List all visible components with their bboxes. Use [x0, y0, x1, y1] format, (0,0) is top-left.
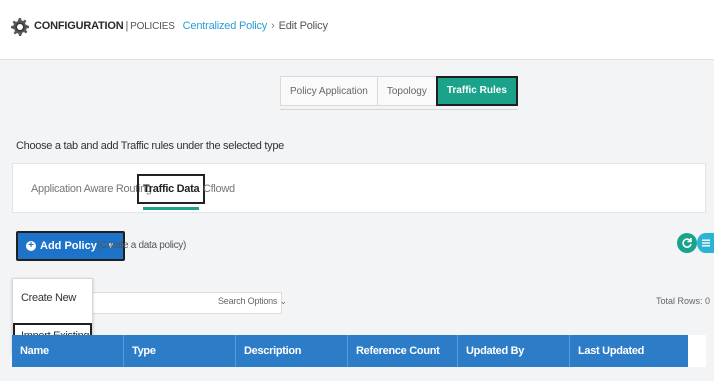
tab-application-aware-routing[interactable]: Application Aware Routing [31, 174, 152, 204]
breadcrumb: CONFIGURATION | POLICIES Centralized Policy… [34, 20, 328, 32]
breadcrumb-arrow: › [271, 20, 275, 32]
column-header-description[interactable]: Description [236, 335, 348, 367]
instruction-text: Choose a tab and add Traffic rules under… [16, 140, 284, 152]
tab-policy-application[interactable]: Policy Application [280, 76, 377, 106]
tab-traffic-data[interactable]: Traffic Data [137, 174, 206, 210]
column-header-updated-by[interactable]: Updated By [458, 335, 570, 367]
tab-traffic-rules[interactable]: Traffic Rules [435, 76, 518, 106]
tab-cflowd[interactable]: Cflowd [203, 174, 235, 204]
policy-type-tabs: Application Aware Routing Traffic Data C… [12, 163, 706, 213]
column-header-last-updated[interactable]: Last Updated [570, 335, 670, 367]
main-content: Policy Application Topology Traffic Rule… [0, 60, 714, 381]
list-icon [701, 239, 710, 247]
tab-topology[interactable]: Topology [376, 76, 436, 106]
top-tab-bar: Policy Application Topology Traffic Rule… [280, 76, 518, 110]
column-header-name[interactable]: Name [12, 335, 124, 367]
table-header: Name Type Description Reference Count Up… [12, 335, 706, 367]
breadcrumb-link-centralized-policy[interactable]: Centralized Policy [183, 20, 268, 32]
menu-button[interactable] [697, 233, 714, 253]
breadcrumb-subsection: POLICIES [130, 21, 175, 32]
gear-icon [11, 18, 29, 36]
column-header-reference-count[interactable]: Reference Count [348, 335, 458, 367]
total-rows-count: Total Rows: 0 [655, 296, 710, 306]
column-header-type[interactable]: Type [124, 335, 236, 367]
add-policy-label: Add Policy [40, 240, 97, 252]
refresh-icon [682, 238, 692, 248]
search-options-dropdown[interactable]: Search Options ⌄ [218, 296, 287, 307]
page-header: CONFIGURATION | POLICIES Centralized Policy… [0, 0, 714, 60]
table-header-filler [670, 335, 688, 367]
refresh-button[interactable] [677, 233, 697, 253]
plus-circle-icon: + [26, 241, 36, 251]
table-header-gap [688, 335, 706, 367]
add-policy-hint: (Create a data policy) [97, 240, 187, 251]
breadcrumb-section: CONFIGURATION [34, 20, 124, 32]
menu-item-create-new[interactable]: Create New [13, 285, 92, 311]
breadcrumb-current: Edit Policy [278, 20, 328, 32]
